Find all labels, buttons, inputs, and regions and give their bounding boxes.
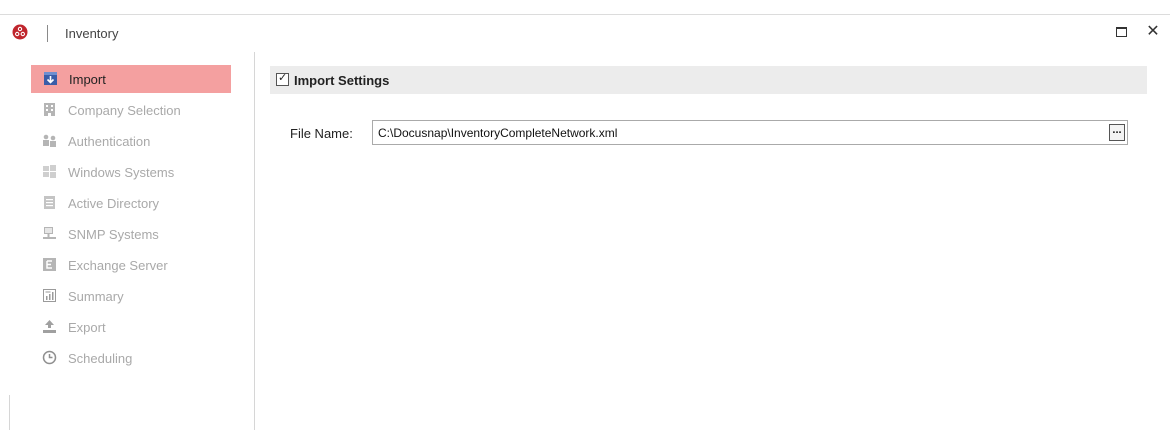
close-button[interactable]: ✕ [1146,24,1160,40]
maximize-button[interactable] [1115,25,1129,39]
clock-icon [42,350,57,365]
sidebar-item-authentication[interactable]: Authentication [30,127,230,155]
building-icon [44,103,55,116]
sidebar-item-label: Authentication [68,134,151,149]
sidebar-item-label: Exchange Server [68,258,168,273]
sidebar-item-windows-systems[interactable]: Windows Systems [30,158,230,186]
network-icon [43,227,56,239]
sidebar-item-label: Active Directory [68,196,160,211]
sidebar-item-label: Company Selection [68,103,181,118]
sidebar-item-label: Summary [68,289,124,304]
sidebar-item-label: Windows Systems [68,165,175,180]
sidebar-item-label: Export [68,320,106,335]
export-icon [43,320,56,333]
section-title: Import Settings [294,73,390,88]
sidebar-item-company-selection[interactable]: Company Selection [30,96,230,124]
import-icon [44,72,57,85]
title-bar: Inventory ✕ [0,14,1170,52]
summary-icon [43,289,56,302]
directory-icon [44,196,55,209]
sidebar-item-exchange-server[interactable]: Exchange Server [30,251,230,279]
windows-icon [43,165,56,178]
sidebar-item-import[interactable]: Import [31,65,231,93]
sidebar-item-snmp-systems[interactable]: SNMP Systems [30,220,230,248]
sidebar: Import Company Selection Authentication [9,52,255,430]
sidebar-item-summary[interactable]: Summary [30,282,230,310]
file-name-input[interactable] [372,120,1128,145]
browse-button[interactable]: ... [1109,124,1125,141]
inventory-window: Inventory ✕ Import Company Selection Aut… [0,0,1170,430]
sidebar-item-label: Import [69,72,106,87]
import-settings-header: ✓ Import Settings [270,66,1147,94]
sidebar-item-scheduling[interactable]: Scheduling [30,344,230,372]
sidebar-item-label: SNMP Systems [68,227,159,242]
window-title: Inventory [65,26,119,41]
exchange-icon [43,258,56,271]
app-logo-icon [12,24,28,40]
title-separator [47,25,48,42]
users-icon [43,134,56,147]
checkmark-icon: ✓ [278,72,288,84]
sidebar-divider [9,395,10,430]
import-settings-checkbox[interactable]: ✓ [276,72,289,86]
close-icon: ✕ [1146,23,1160,40]
sidebar-item-export[interactable]: Export [30,313,230,341]
sidebar-item-label: Scheduling [68,351,133,366]
maximize-icon [1116,27,1127,37]
sidebar-item-active-directory[interactable]: Active Directory [30,189,230,217]
file-name-label: File Name: [290,126,353,141]
